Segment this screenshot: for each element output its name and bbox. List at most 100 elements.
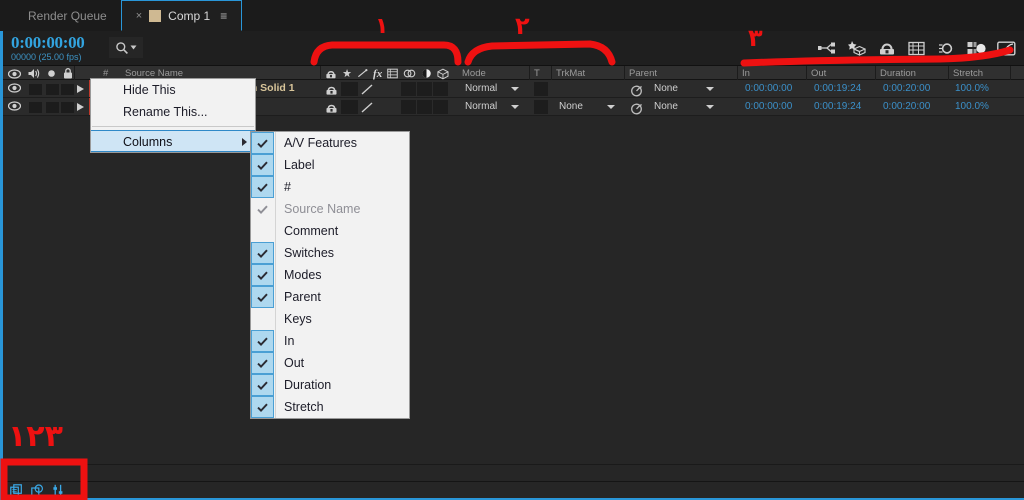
submenu-item-duration[interactable]: Duration: [251, 374, 409, 396]
frame-blend-switch-cell[interactable]: [417, 100, 432, 114]
frame-blend-icon[interactable]: [387, 68, 398, 79]
column-header-context-menu[interactable]: Hide This Rename This... Columns: [90, 78, 256, 153]
audio-toggle-cell[interactable]: [29, 102, 42, 113]
layer-expand-triangle-icon[interactable]: [77, 103, 84, 111]
hide-shy-layers-icon[interactable]: [877, 39, 896, 58]
column-header-t[interactable]: T: [530, 66, 552, 81]
draft-3d-icon[interactable]: [847, 39, 866, 58]
column-header-parent[interactable]: Parent: [625, 66, 738, 81]
shy-icon[interactable]: [325, 68, 337, 80]
checkbox-modes[interactable]: [251, 264, 274, 286]
motion-blur-switch-cell[interactable]: [433, 100, 448, 114]
layer-expand-triangle-icon[interactable]: [77, 85, 84, 93]
quality-icon[interactable]: [357, 68, 368, 79]
checkbox-duration[interactable]: [251, 374, 274, 396]
frame-blend-switch-cell[interactable]: [417, 82, 432, 96]
composition-mini-flowchart-icon[interactable]: [817, 39, 836, 58]
layer-in-point[interactable]: 0:00:00:00: [745, 83, 792, 94]
graph-editor-toggle-icon[interactable]: [967, 39, 986, 58]
motion-blur-switch-cell[interactable]: [433, 82, 448, 96]
tab-close-icon[interactable]: ×: [136, 10, 142, 22]
parent-dropdown-caret-icon[interactable]: [706, 105, 714, 109]
collapse-transformations-icon[interactable]: [342, 68, 352, 79]
lock-toggle-cell[interactable]: [61, 102, 74, 113]
mode-dropdown-caret-icon[interactable]: [511, 105, 519, 109]
column-header-in[interactable]: In: [738, 66, 807, 81]
fx-switch-cell[interactable]: [401, 100, 416, 114]
three-d-layer-icon[interactable]: [437, 68, 449, 80]
layer-out-point[interactable]: 0:00:19:24: [814, 101, 861, 112]
transfer-controls-icon[interactable]: [52, 484, 64, 497]
menu-item-hide-this[interactable]: Hide This: [91, 79, 255, 101]
column-header-trkmat[interactable]: TrkMat: [552, 66, 625, 81]
fx-switch-cell[interactable]: [401, 82, 416, 96]
checkbox-comment[interactable]: [251, 220, 274, 242]
solo-icon[interactable]: [47, 69, 56, 78]
layer-duration[interactable]: 0:00:20:00: [883, 101, 930, 112]
checkbox-keys[interactable]: [251, 308, 274, 330]
quality-icon[interactable]: [360, 83, 374, 96]
search-input[interactable]: [109, 37, 143, 58]
solo-toggle-cell[interactable]: [46, 84, 59, 95]
graph-editor-icon[interactable]: [997, 39, 1016, 58]
menu-item-columns[interactable]: Columns: [91, 130, 255, 152]
layer-stretch[interactable]: 100.0%: [955, 83, 989, 94]
current-time-display[interactable]: 0:00:00:00 00000 (25.00 fps): [11, 33, 85, 62]
trkmat-dropdown-caret-icon[interactable]: [607, 105, 615, 109]
frame-blending-icon[interactable]: [907, 39, 926, 58]
layer-in-point[interactable]: 0:00:00:00: [745, 101, 792, 112]
toggle-switches-modes-icon[interactable]: [10, 484, 23, 497]
submenu-item-keys[interactable]: Keys: [251, 308, 409, 330]
quality-icon[interactable]: [360, 101, 374, 114]
checkbox-out[interactable]: [251, 352, 274, 374]
eye-icon[interactable]: [8, 101, 21, 111]
tab-comp-1[interactable]: × Comp 1 ≡: [120, 0, 243, 31]
checkbox-switches[interactable]: [251, 242, 274, 264]
columns-submenu[interactable]: A/V Features Label # Source Name Comment: [250, 131, 410, 419]
timecode-value[interactable]: 0:00:00:00: [11, 33, 85, 53]
submenu-item-modes[interactable]: Modes: [251, 264, 409, 286]
submenu-item-av-features[interactable]: A/V Features: [251, 132, 409, 154]
column-header-duration[interactable]: Duration: [876, 66, 949, 81]
submenu-item-label[interactable]: Label: [251, 154, 409, 176]
submenu-item-switches[interactable]: Switches: [251, 242, 409, 264]
checkbox-label[interactable]: [251, 154, 274, 176]
lock-toggle-cell[interactable]: [61, 84, 74, 95]
motion-blur-icon[interactable]: [937, 39, 956, 58]
checkbox-index[interactable]: [251, 176, 274, 198]
checkbox-in[interactable]: [251, 330, 274, 352]
chevron-down-icon[interactable]: [130, 44, 137, 51]
motion-blur-switch-icon[interactable]: [403, 68, 416, 79]
panel-menu-icon[interactable]: ≡: [220, 9, 227, 23]
checkbox-stretch[interactable]: [251, 396, 274, 418]
submenu-item-out[interactable]: Out: [251, 352, 409, 374]
checkbox-av-features[interactable]: [251, 132, 274, 154]
track-matte-toggle-cell[interactable]: [534, 100, 548, 114]
comp-family-icon[interactable]: [31, 484, 44, 497]
mode-dropdown-caret-icon[interactable]: [511, 87, 519, 91]
column-header-mode[interactable]: Mode: [458, 66, 530, 81]
shy-icon[interactable]: [325, 84, 338, 96]
eye-icon[interactable]: [8, 83, 21, 93]
audio-speaker-icon[interactable]: [28, 68, 40, 79]
layer-duration[interactable]: 0:00:20:00: [883, 83, 930, 94]
collapse-switch-cell[interactable]: [341, 100, 358, 114]
menu-item-rename-this[interactable]: Rename This...: [91, 101, 255, 123]
submenu-item-comment[interactable]: Comment: [251, 220, 409, 242]
checkbox-parent[interactable]: [251, 286, 274, 308]
column-header-stretch[interactable]: Stretch: [949, 66, 1011, 81]
timeline-empty-area[interactable]: [3, 118, 1024, 464]
column-header-out[interactable]: Out: [807, 66, 876, 81]
parent-dropdown-caret-icon[interactable]: [706, 87, 714, 91]
submenu-item-in[interactable]: In: [251, 330, 409, 352]
eye-icon[interactable]: [8, 68, 21, 79]
shy-icon[interactable]: [325, 102, 338, 114]
solo-toggle-cell[interactable]: [46, 102, 59, 113]
effects-fx-icon[interactable]: fx: [373, 68, 382, 80]
submenu-item-parent[interactable]: Parent: [251, 286, 409, 308]
layer-stretch[interactable]: 100.0%: [955, 101, 989, 112]
layer-out-point[interactable]: 0:00:19:24: [814, 83, 861, 94]
audio-toggle-cell[interactable]: [29, 84, 42, 95]
tab-render-queue[interactable]: Render Queue: [14, 0, 121, 31]
collapse-switch-cell[interactable]: [341, 82, 358, 96]
